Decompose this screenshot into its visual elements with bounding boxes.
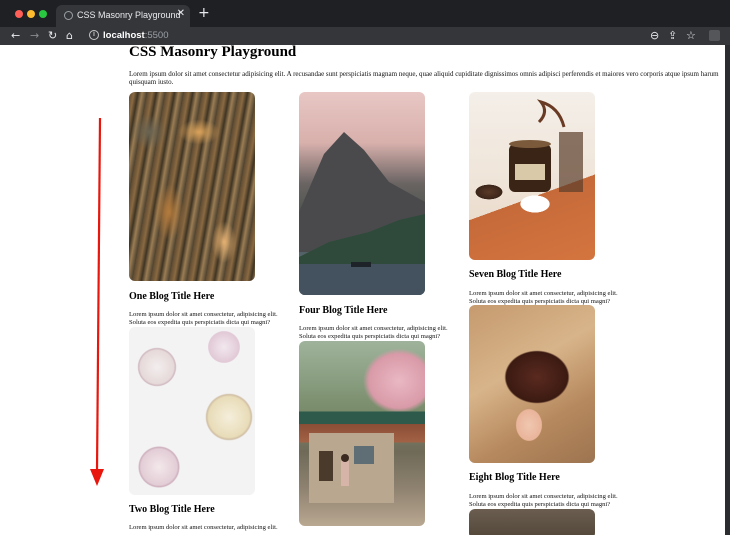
annotation-arrow [90, 117, 104, 486]
window-edge [725, 45, 730, 535]
